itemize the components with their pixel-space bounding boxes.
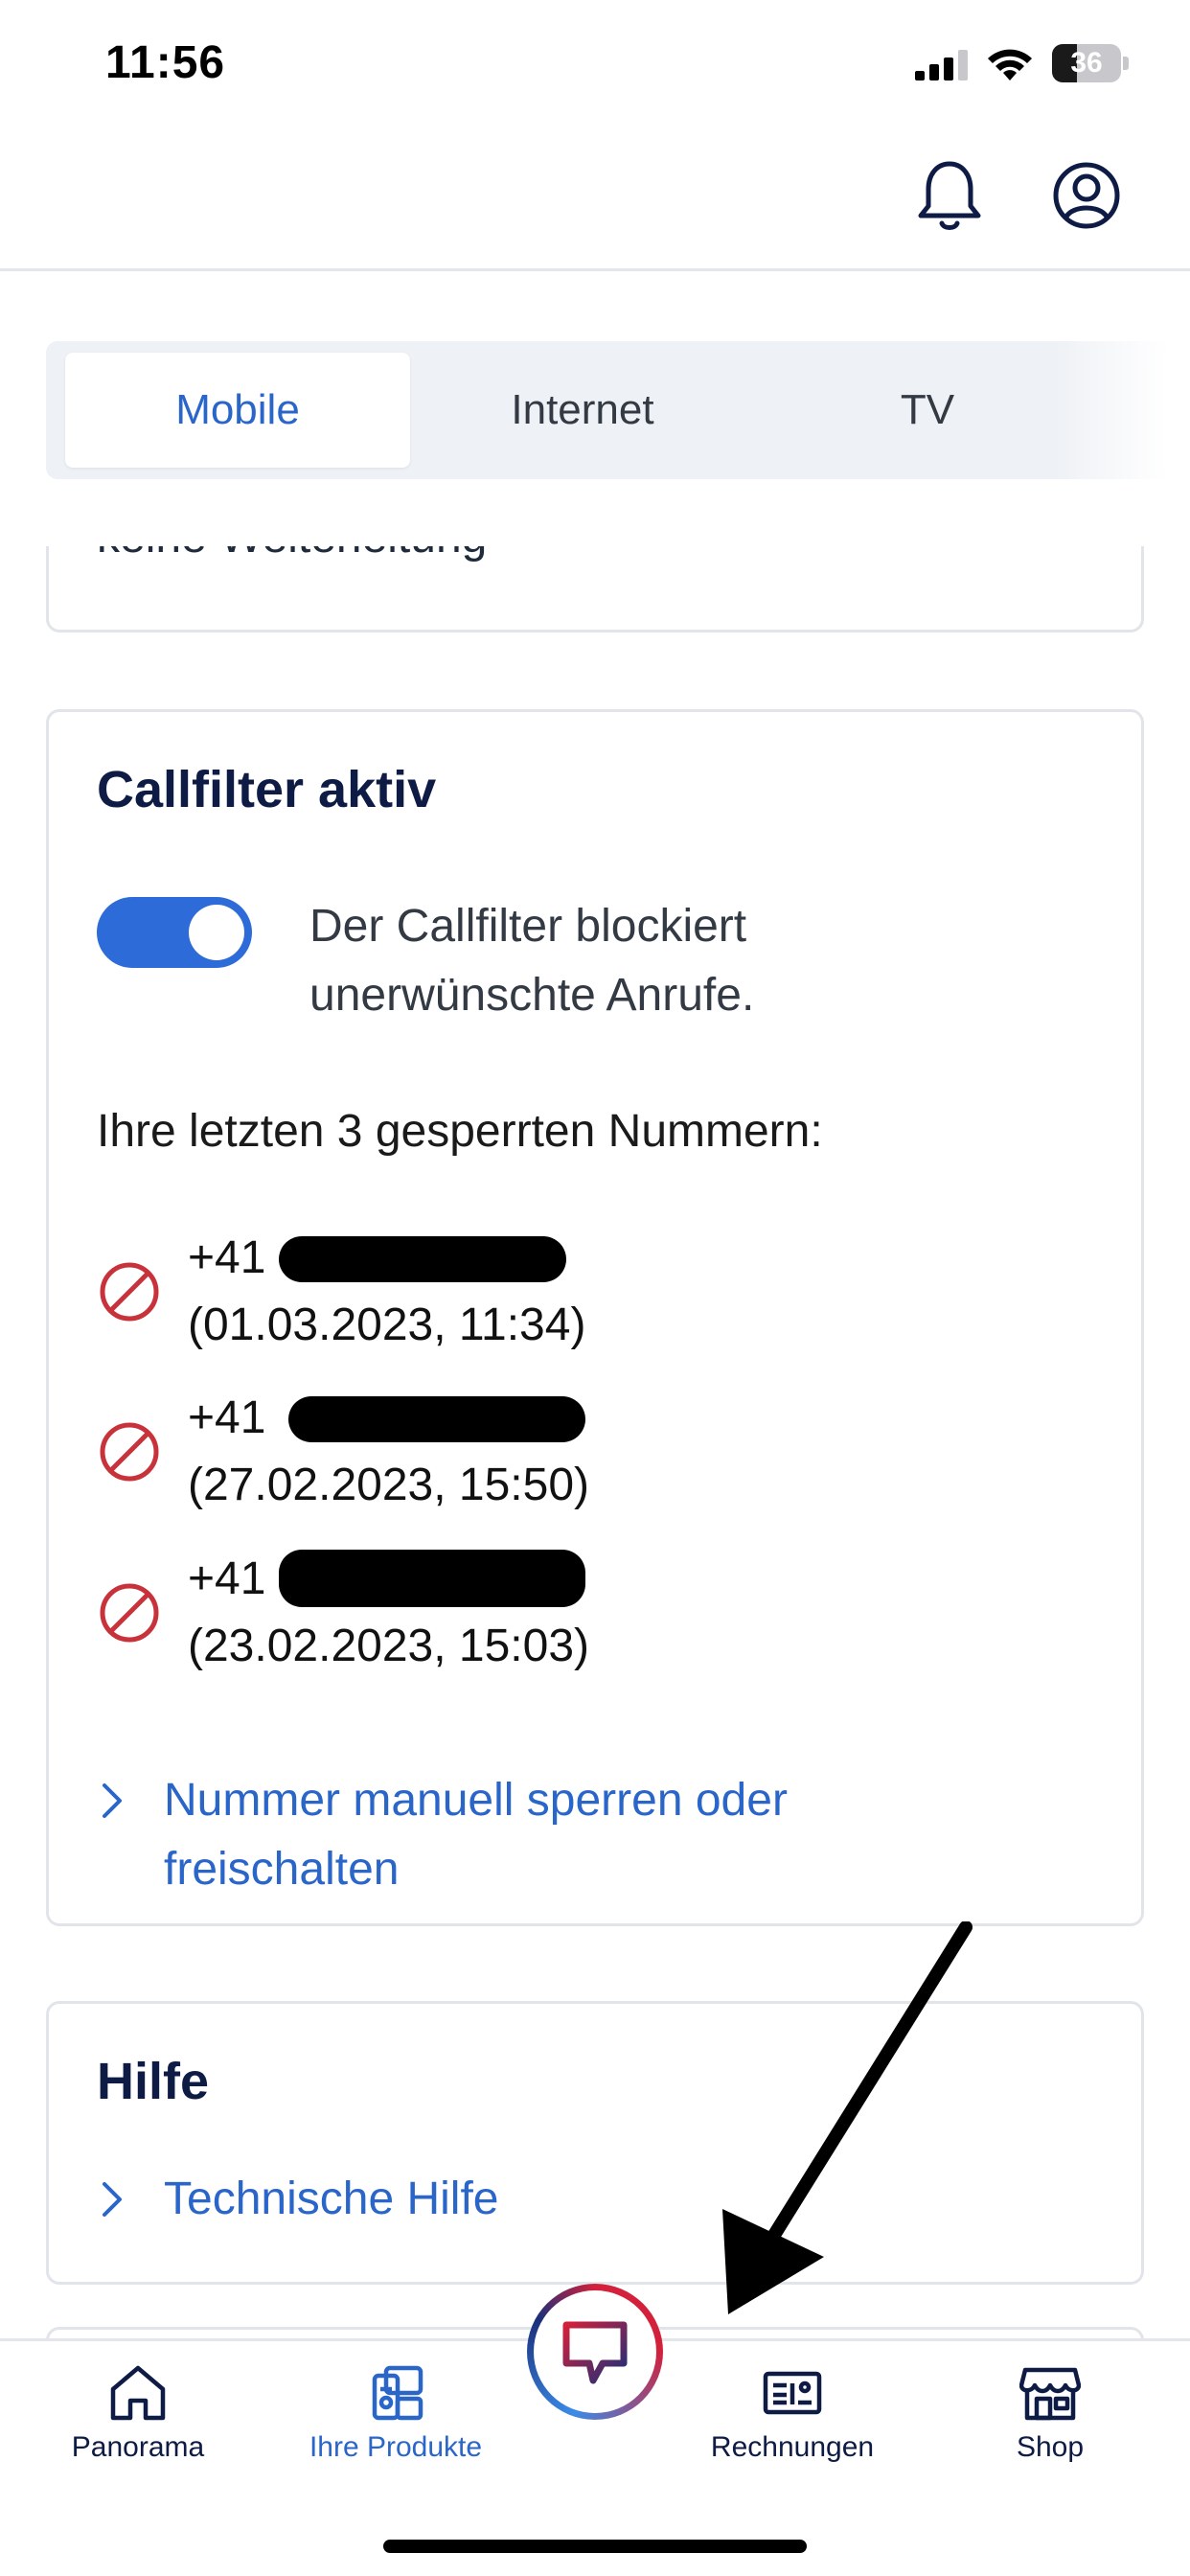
- nav-label-products: Ihre Produkte: [309, 2431, 483, 2463]
- chat-button[interactable]: [527, 2284, 663, 2420]
- product-tabs: Mobile Internet TV: [46, 341, 1167, 479]
- nav-label-invoices: Rechnungen: [710, 2431, 875, 2463]
- blocked-list-heading: Ihre letzten 3 gesperrten Nummern:: [97, 1106, 823, 1157]
- forwarding-card: keine Weiterleitung: [46, 546, 1144, 632]
- redaction-mark: [288, 1396, 585, 1442]
- callfilter-toggle[interactable]: [97, 897, 252, 968]
- nav-panorama[interactable]: Panorama: [42, 2362, 234, 2496]
- nav-invoices[interactable]: Rechnungen: [697, 2362, 888, 2496]
- tab-tv[interactable]: TV: [755, 353, 1100, 468]
- app-header: [0, 129, 1190, 271]
- blocked-icon: [100, 1422, 159, 1482]
- redaction-mark: [279, 1550, 585, 1607]
- home-indicator: [383, 2540, 807, 2553]
- redaction-mark: [279, 1236, 566, 1282]
- blocked-icon: [100, 1262, 159, 1322]
- nav-shop[interactable]: Shop: [954, 2362, 1146, 2496]
- nav-products[interactable]: Ihre Produkte: [300, 2362, 492, 2496]
- blocked-date: (23.02.2023, 15:03): [188, 1621, 589, 1671]
- battery-percent: 36: [1070, 47, 1103, 79]
- tab-internet[interactable]: Internet: [410, 353, 755, 468]
- nav-label-shop: Shop: [1016, 2431, 1085, 2463]
- wifi-icon: [988, 49, 1032, 80]
- profile-icon[interactable]: [1052, 161, 1121, 230]
- callfilter-title: Callfilter aktiv: [97, 761, 437, 818]
- cellular-signal-icon: [915, 50, 968, 80]
- chat-icon: [562, 2321, 628, 2384]
- tabs-fade-overlay: [1052, 341, 1167, 479]
- blocked-number: +41: [188, 1232, 266, 1283]
- tab-mobile[interactable]: Mobile: [65, 353, 410, 468]
- blocked-date: (01.03.2023, 11:34): [188, 1300, 586, 1350]
- help-title: Hilfe: [97, 2053, 210, 2110]
- shop-icon: [1019, 2367, 1081, 2421]
- invoice-icon: [763, 2371, 822, 2415]
- help-card: Hilfe Technische Hilfe: [46, 2001, 1144, 2285]
- blocked-number: +41: [188, 1392, 266, 1443]
- battery-icon: 36: [1052, 44, 1129, 82]
- nav-label-panorama: Panorama: [71, 2431, 205, 2463]
- blocked-number-item: +41 (01.03.2023, 11:34): [97, 1225, 959, 1378]
- home-icon: [110, 2365, 166, 2421]
- manual-block-link-text[interactable]: Nummer manuell sperren oder freischalten: [164, 1766, 892, 1904]
- forwarding-status: keine Weiterleitung: [97, 546, 487, 564]
- technical-help-link-text[interactable]: Technische Hilfe: [164, 2165, 499, 2234]
- content-scroll-area[interactable]: keine Weiterleitung Callfilter aktiv Der…: [0, 546, 1190, 2338]
- blocked-date: (27.02.2023, 15:50): [188, 1460, 589, 1510]
- toggle-knob: [189, 905, 244, 960]
- chevron-right-icon: [103, 1783, 122, 1818]
- products-icon: [372, 2365, 423, 2421]
- status-time: 11:56: [105, 37, 226, 88]
- status-bar: 11:56 36: [0, 0, 1190, 129]
- chevron-right-icon: [103, 2182, 122, 2217]
- blocked-number-item: +41 (27.02.2023, 15:50): [97, 1385, 959, 1538]
- annotation-arrow: [722, 1921, 973, 2314]
- blocked-number-item: +41 (23.02.2023, 15:03): [97, 1546, 959, 1699]
- callfilter-card: Callfilter aktiv Der Callfilter blockier…: [46, 709, 1144, 1926]
- callfilter-description: Der Callfilter blockiert unerwünschte An…: [309, 901, 755, 1021]
- bell-icon[interactable]: [915, 158, 984, 235]
- blocked-number: +41: [188, 1553, 266, 1604]
- blocked-icon: [100, 1583, 159, 1643]
